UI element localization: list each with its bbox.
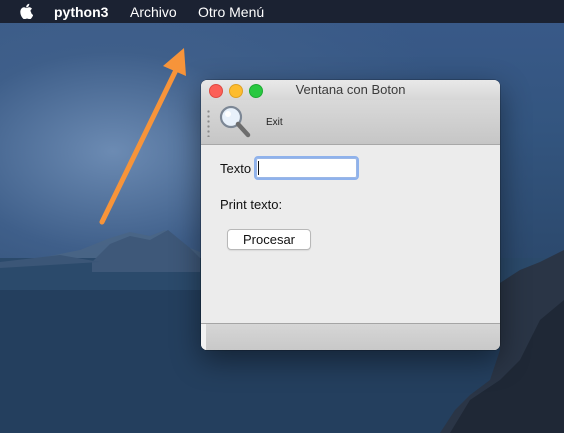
status-bar-grip [201,324,206,350]
minimize-button[interactable] [229,84,243,98]
close-button[interactable] [209,84,223,98]
window-title: Ventana con Boton [295,82,406,97]
title-bar[interactable]: Ventana con Boton [201,80,500,100]
toolbar-grip[interactable] [207,109,210,137]
procesar-button[interactable]: Procesar [227,229,311,250]
print-texto-label: Print texto: [220,197,283,212]
app-name-menu[interactable]: python3 [54,4,108,20]
menu-archivo[interactable]: Archivo [130,4,177,20]
menu-otro-menu[interactable]: Otro Menú [198,4,264,20]
status-bar [201,323,500,350]
app-window: Ventana con Boton Exit Texto Print texto… [201,80,500,350]
magnifier-icon[interactable] [217,104,253,140]
text-caret [258,161,259,175]
form-area: Texto Print texto: Procesar [201,145,500,323]
menu-bar: python3 Archivo Otro Menú [0,0,564,23]
maximize-button[interactable] [249,84,263,98]
apple-icon[interactable] [20,3,33,19]
texto-input[interactable] [254,156,359,180]
exit-tool-label[interactable]: Exit [266,117,283,128]
texto-label: Texto [220,161,252,176]
toolbar: Exit [201,100,500,145]
